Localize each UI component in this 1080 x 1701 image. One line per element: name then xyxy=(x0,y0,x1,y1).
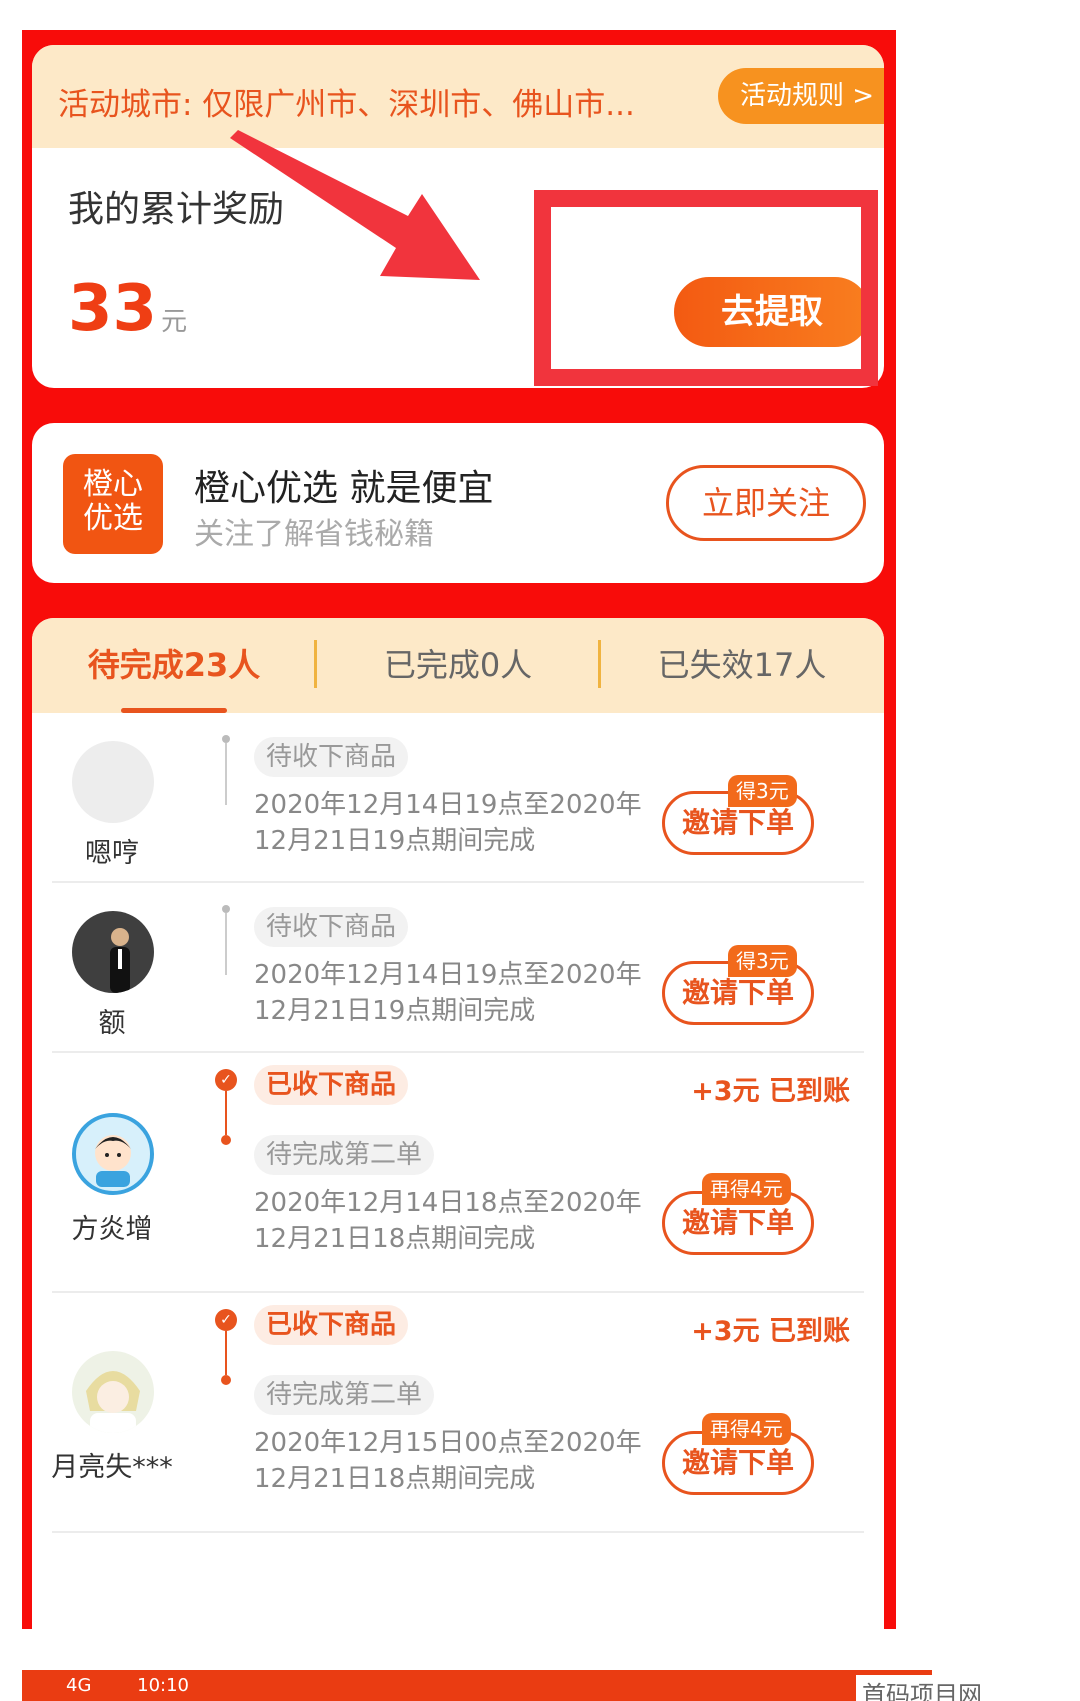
invitee-name: 方炎增 xyxy=(71,1214,153,1245)
follow-subtitle: 关注了解省钱秘籍 xyxy=(194,517,434,552)
timeline-dot xyxy=(221,1135,231,1145)
status-pill: 待收下商品 xyxy=(254,737,409,777)
row-divider xyxy=(52,1531,864,1533)
list-item: 月亮失*** ✓ 已收下商品 +3元 已到账 待完成第二单 2020年12月15… xyxy=(32,1293,884,1533)
tab-divider xyxy=(314,640,317,688)
period-text: 2020年12月14日19点至2020年12月21日19点期间完成 xyxy=(254,790,642,856)
follow-button[interactable]: 立即关注 xyxy=(666,465,866,541)
reward-unit: 元 xyxy=(161,307,188,337)
bonus-tag: 再得4元 xyxy=(702,1173,791,1205)
status-time: 10:10 xyxy=(137,1675,190,1696)
status-pill: 待收下商品 xyxy=(254,907,409,947)
highlight-box xyxy=(534,190,878,386)
list-item: 方炎增 ✓ 已收下商品 +3元 已到账 待完成第二单 2020年12月14日18… xyxy=(32,1053,884,1293)
person-silhouette-icon xyxy=(110,928,130,993)
check-icon: ✓ xyxy=(215,1309,237,1331)
list-item: 嗯哼 待收下商品 2020年12月14日19点至2020年12月21日19点期间… xyxy=(32,713,884,883)
logo-line-1: 橙心 xyxy=(83,467,143,502)
bonus-tag: 得3元 xyxy=(728,945,797,977)
timeline-dot xyxy=(221,1375,231,1385)
timeline-line xyxy=(225,913,227,975)
tab-divider xyxy=(598,640,601,688)
status-pill: 待完成第二单 xyxy=(254,1135,435,1175)
app-screen: 活动城市: 仅限广州市、深圳市、佛山市... 活动规则 > 我的累计奖励 33 元… xyxy=(22,30,896,1629)
logo-line-2: 优选 xyxy=(83,501,143,536)
period-text: 2020年12月14日18点至2020年12月21日18点期间完成 xyxy=(254,1188,642,1254)
network-indicator: 4G xyxy=(66,1675,92,1696)
avatar xyxy=(72,1351,154,1433)
timeline-line xyxy=(225,1091,227,1135)
credited-text: +3元 已到账 xyxy=(691,1316,850,1347)
status-pill-done: 已收下商品 xyxy=(254,1305,409,1345)
invitee-list-card: 待完成23人 已完成0人 已失效17人 嗯哼 待收下商品 2020年12月14日… xyxy=(32,618,884,1629)
status-pill-done: 已收下商品 xyxy=(254,1065,409,1105)
check-icon: ✓ xyxy=(215,1069,237,1091)
rules-button[interactable]: 活动规则 > xyxy=(718,68,884,124)
watermark: 首码项目网 xyxy=(856,1675,988,1701)
avatar xyxy=(72,911,154,993)
invitee-name: 额 xyxy=(98,1008,126,1039)
timeline-dot xyxy=(222,735,230,743)
follow-card: 橙心 优选 橙心优选 就是便宜 关注了解省钱秘籍 立即关注 xyxy=(32,423,884,583)
status-pill: 待完成第二单 xyxy=(254,1375,435,1415)
period-text: 2020年12月14日19点至2020年12月21日19点期间完成 xyxy=(254,960,642,1026)
brand-logo: 橙心 优选 xyxy=(63,454,163,554)
avatar xyxy=(72,741,154,823)
status-bar: 4G 10:10 xyxy=(22,1670,932,1701)
tab-pending[interactable]: 待完成23人 xyxy=(32,618,316,713)
reward-amount-value: 33 xyxy=(68,272,158,346)
timeline-line xyxy=(225,1331,227,1375)
anime-avatar-icon xyxy=(86,1371,140,1433)
invitee-name: 月亮失*** xyxy=(51,1452,173,1483)
invitee-name: 嗯哼 xyxy=(85,838,139,869)
credited-text: +3元 已到账 xyxy=(691,1076,850,1107)
avatar xyxy=(72,1113,154,1195)
list-item: 额 待收下商品 2020年12月14日19点至2020年12月21日19点期间完… xyxy=(32,883,884,1053)
tab-expired[interactable]: 已失效17人 xyxy=(600,618,884,713)
period-text: 2020年12月15日00点至2020年12月21日18点期间完成 xyxy=(254,1428,642,1494)
annotation-arrow-icon xyxy=(230,130,480,280)
timeline-dot xyxy=(222,905,230,913)
cartoon-boy-icon xyxy=(95,1135,131,1187)
reward-amount: 33 元 xyxy=(68,277,187,341)
tab-completed[interactable]: 已完成0人 xyxy=(316,618,600,713)
status-tabs: 待完成23人 已完成0人 已失效17人 xyxy=(32,618,884,713)
timeline-line xyxy=(225,743,227,805)
bonus-tag: 得3元 xyxy=(728,775,797,807)
follow-title: 橙心优选 就是便宜 xyxy=(194,468,494,509)
bonus-tag: 再得4元 xyxy=(702,1413,791,1445)
city-notice: 活动城市: 仅限广州市、深圳市、佛山市... xyxy=(58,87,635,123)
